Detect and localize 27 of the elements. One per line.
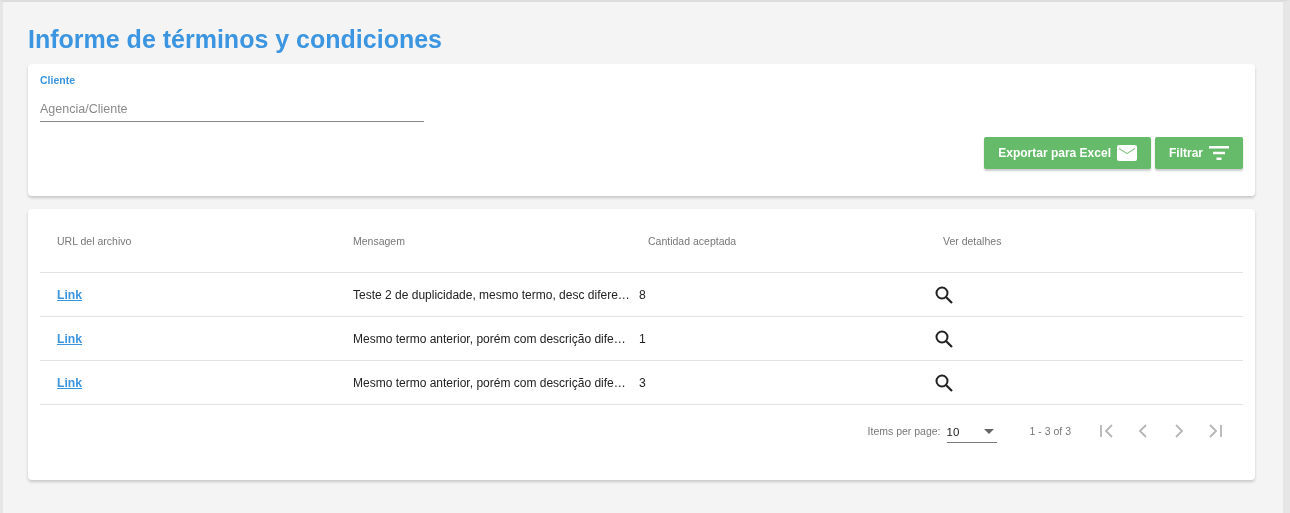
items-per-page-label: Items per page: [867, 425, 941, 437]
filter-button[interactable]: Filtrar [1155, 137, 1243, 169]
page-title: Informe de términos y condiciones [28, 24, 443, 54]
message-cell: Mesmo termo anterior, porém com descrição dife… [353, 375, 626, 390]
page-range: 1 - 3 of 3 [1029, 425, 1071, 437]
column-header: Ver detalhes [943, 234, 1002, 247]
filter-icon [1209, 146, 1229, 160]
message-cell: Teste 2 de duplicidade, mesmo termo, desc difere… [353, 287, 630, 302]
search-icon[interactable] [935, 285, 953, 304]
search-icon[interactable] [935, 329, 953, 348]
envelope-icon [1117, 145, 1137, 161]
column-header: Cantidad aceptada [648, 234, 737, 247]
search-icon[interactable] [935, 373, 953, 392]
count-cell: 8 [639, 287, 646, 302]
last-page-icon [1206, 422, 1224, 440]
column-header: URL del archivo [57, 234, 132, 247]
file-link[interactable]: Link [57, 375, 83, 390]
first-page-icon [1098, 422, 1116, 440]
file-link[interactable]: Link [57, 331, 83, 346]
file-link[interactable]: Link [57, 287, 83, 302]
page-size-select[interactable]: 10 [946, 419, 997, 443]
count-cell: 3 [639, 375, 646, 390]
export-button[interactable]: Exportar para Excel [984, 137, 1151, 169]
message-cell: Mesmo termo anterior, porém com descrição dife… [353, 331, 626, 346]
count-cell: 1 [639, 331, 646, 346]
field-label: Cliente [40, 74, 75, 86]
column-header: Mensagem [353, 234, 405, 247]
